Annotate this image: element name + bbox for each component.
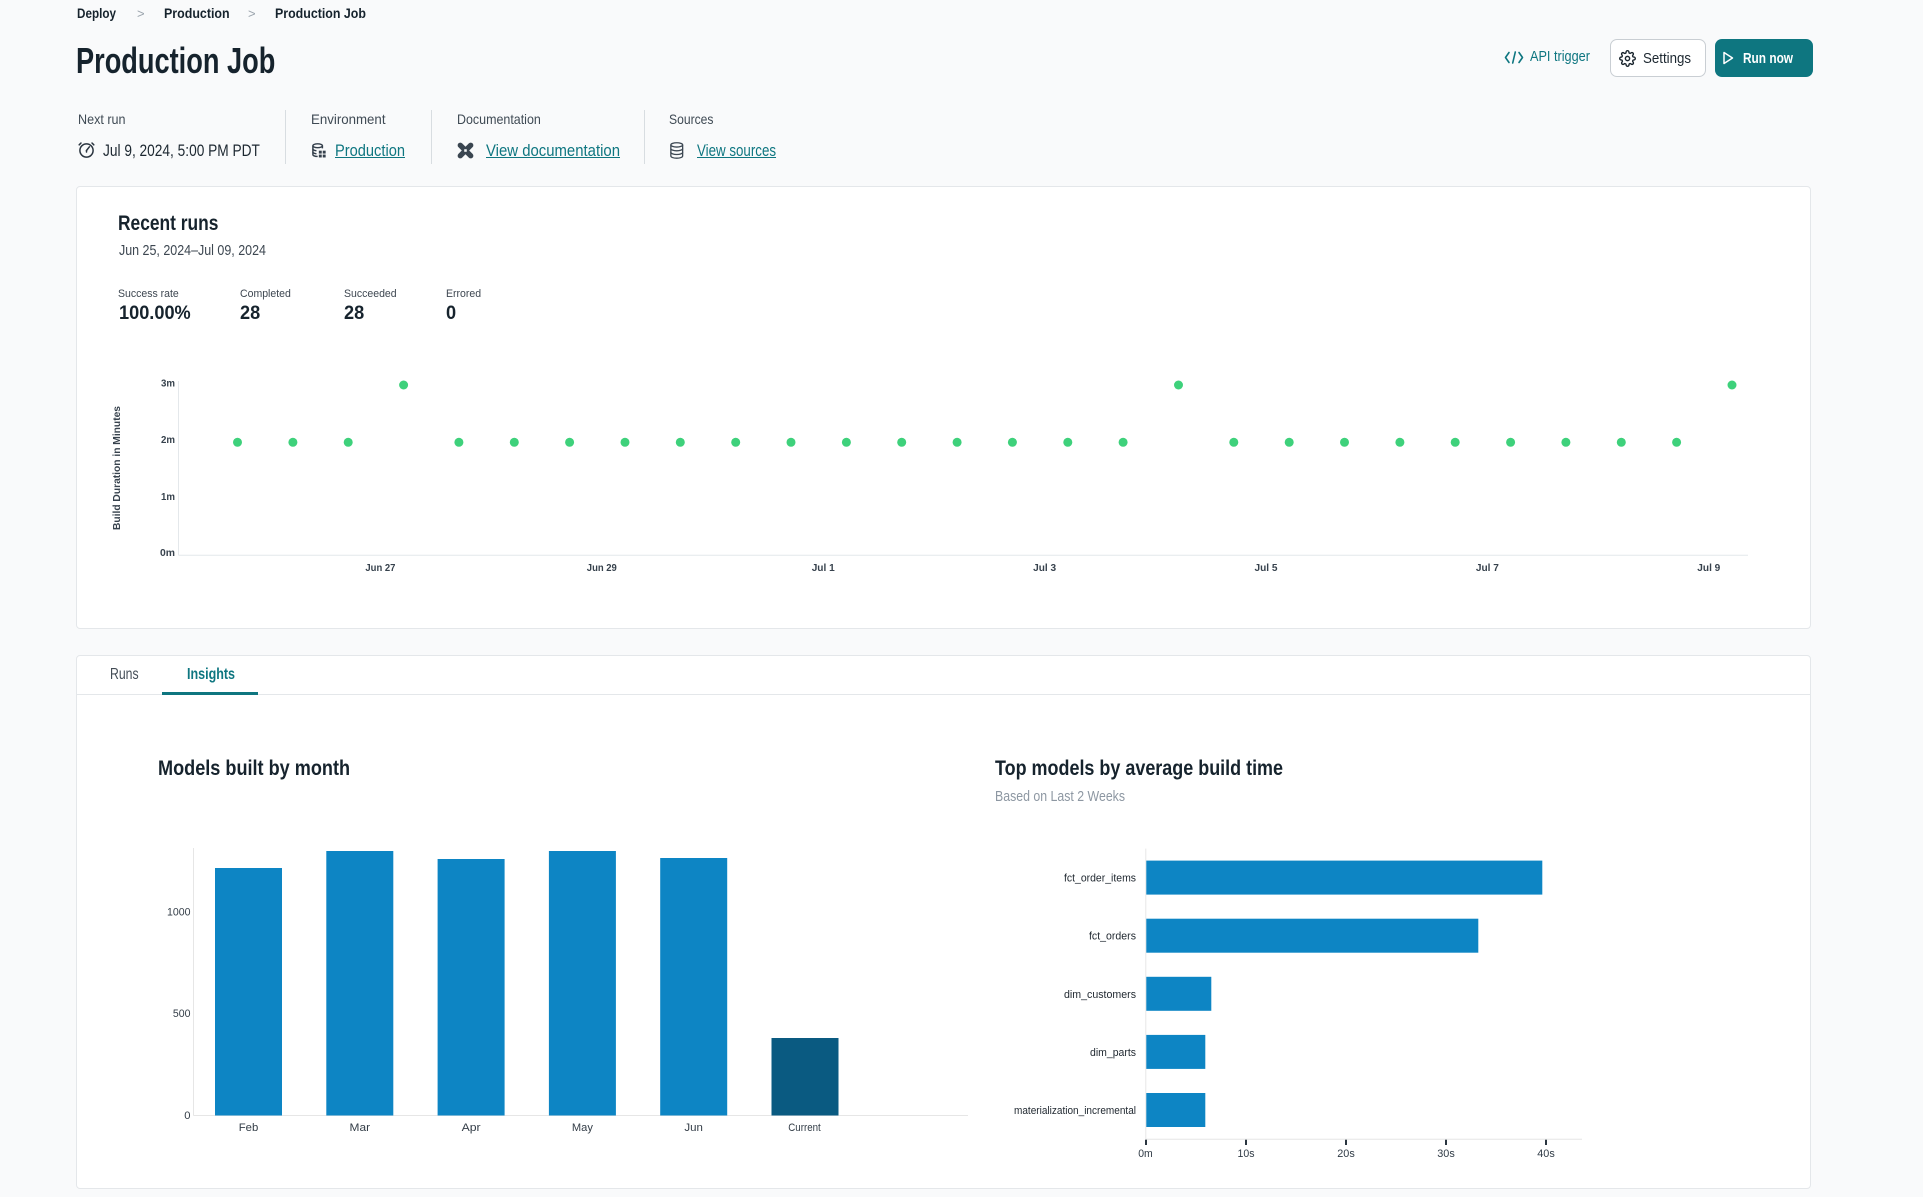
svg-text:Jun 29: Jun 29 [587, 562, 617, 574]
svg-text:materialization_incremental: materialization_incremental [1014, 1105, 1136, 1117]
svg-text:Jun 27: Jun 27 [365, 562, 395, 574]
svg-text:20s: 20s [1337, 1148, 1355, 1160]
svg-text:fct_order_items: fct_order_items [1064, 873, 1136, 885]
svg-text:Jul 3: Jul 3 [1033, 562, 1056, 574]
svg-text:40s: 40s [1537, 1148, 1555, 1160]
svg-text:Jul 9: Jul 9 [1697, 562, 1720, 574]
svg-text:1000: 1000 [167, 907, 191, 919]
svg-text:May: May [572, 1122, 593, 1134]
svg-text:3m: 3m [161, 377, 175, 389]
svg-text:Jul 7: Jul 7 [1476, 562, 1499, 574]
svg-text:Build Duration in Minutes: Build Duration in Minutes [111, 406, 123, 530]
svg-text:Feb: Feb [239, 1122, 259, 1134]
svg-text:fct_orders: fct_orders [1089, 931, 1136, 943]
svg-text:2m: 2m [161, 434, 175, 446]
svg-text:dim_parts: dim_parts [1090, 1047, 1136, 1059]
svg-text:0m: 0m [160, 547, 175, 559]
svg-text:10s: 10s [1238, 1148, 1256, 1160]
svg-text:0: 0 [184, 1110, 190, 1122]
svg-text:0m: 0m [1138, 1148, 1153, 1160]
svg-text:30s: 30s [1437, 1148, 1455, 1160]
svg-text:dim_customers: dim_customers [1064, 989, 1136, 1001]
svg-text:Mar: Mar [350, 1122, 371, 1134]
svg-text:Apr: Apr [462, 1122, 481, 1134]
svg-text:Jun: Jun [684, 1122, 703, 1134]
svg-text:1m: 1m [161, 491, 175, 503]
svg-text:500: 500 [173, 1008, 191, 1020]
svg-text:Jul 5: Jul 5 [1255, 562, 1278, 574]
svg-text:Jul 1: Jul 1 [812, 562, 835, 574]
svg-text:Current: Current [788, 1122, 821, 1134]
